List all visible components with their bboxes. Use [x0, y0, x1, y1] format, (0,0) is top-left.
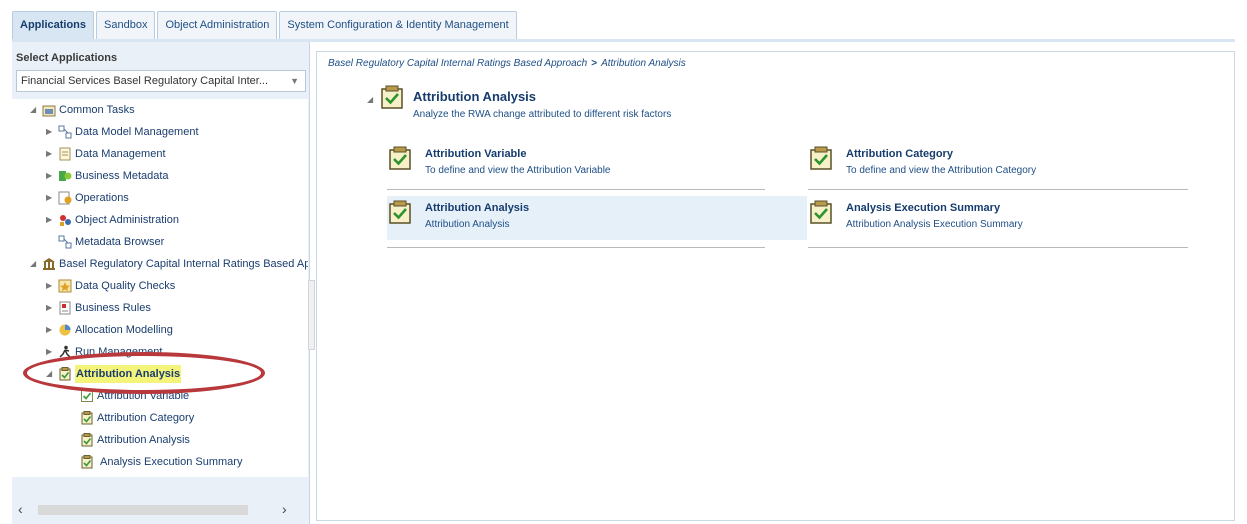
metadata-icon [58, 169, 72, 183]
document-icon [58, 147, 72, 161]
card-title[interactable]: Attribution Analysis [425, 202, 529, 214]
divider [387, 247, 765, 248]
tab-applications[interactable]: Applications [12, 11, 95, 39]
clipboard-check-icon [808, 200, 834, 227]
allocation-icon [58, 323, 72, 337]
breadcrumb: Basel Regulatory Capital Internal Rating… [328, 58, 686, 69]
rules-icon [58, 301, 72, 315]
folder-tasks-icon [42, 103, 56, 117]
clipboard-check-icon [80, 455, 94, 469]
left-panel: Select Applications Financial Services B… [12, 42, 310, 524]
card-description: Attribution Analysis [425, 219, 510, 230]
annotation-circle [23, 352, 265, 394]
card-title[interactable]: Analysis Execution Summary [846, 202, 1000, 214]
tree-node-analysis-execution-summary[interactable]: Analysis Execution Summary [80, 453, 242, 471]
main-panel: Basel Regulatory Capital Internal Rating… [316, 51, 1235, 521]
tree-label: Analysis Execution Summary [100, 456, 243, 468]
select-applications-label: Select Applications [16, 52, 118, 64]
tree-label: Business Metadata [75, 170, 169, 182]
tree-node-metadata-browser[interactable]: Metadata Browser [58, 233, 164, 251]
expand-icon[interactable]: ▶ [46, 167, 58, 185]
tree-node-operations[interactable]: ▶ Operations [46, 189, 129, 207]
expand-icon[interactable]: ▶ [46, 299, 58, 317]
tree-label: Common Tasks [59, 104, 135, 116]
expand-icon[interactable]: ▶ [46, 145, 58, 163]
scroll-right-icon[interactable]: › [282, 501, 287, 517]
card-description: Attribution Analysis Execution Summary [846, 219, 1023, 230]
card-attribution-analysis[interactable]: Attribution Analysis Attribution Analysi… [387, 196, 807, 240]
clipboard-check-icon [808, 146, 834, 173]
tree-label: Allocation Modelling [75, 324, 173, 336]
application-select-value: Financial Services Basel Regulatory Capi… [21, 75, 269, 87]
scroll-left-icon[interactable]: ‹ [18, 501, 23, 517]
tree-label: Operations [75, 192, 129, 204]
tree-label: Object Administration [75, 214, 179, 226]
page-title: Attribution Analysis [413, 89, 537, 104]
top-tabs: Applications Sandbox Object Administrati… [12, 11, 519, 39]
tree-label: Data Model Management [75, 126, 199, 138]
metadata-browser-icon [58, 235, 72, 249]
tree-node-object-administration[interactable]: ▶ Object Administration [46, 211, 179, 229]
collapse-icon[interactable]: ◢ [367, 95, 373, 104]
card-title[interactable]: Attribution Category [846, 148, 953, 160]
tree-node-data-model-management[interactable]: ▶ Data Model Management [46, 123, 199, 141]
clipboard-check-icon [387, 146, 413, 173]
application-select[interactable]: Financial Services Basel Regulatory Capi… [16, 70, 306, 92]
collapse-icon[interactable]: ◢ [30, 255, 42, 273]
bank-icon [42, 257, 56, 271]
card-analysis-execution-summary[interactable]: Analysis Execution Summary Attribution A… [808, 196, 1228, 240]
chevron-down-icon[interactable]: ▼ [290, 71, 299, 91]
tree-node-data-management[interactable]: ▶ Data Management [46, 145, 166, 163]
tab-sandbox[interactable]: Sandbox [96, 11, 156, 39]
operations-icon [58, 191, 72, 205]
breadcrumb-root[interactable]: Basel Regulatory Capital Internal Rating… [328, 58, 587, 69]
clipboard-check-icon [80, 411, 94, 425]
object-admin-icon [58, 213, 72, 227]
tree-node-allocation-modelling[interactable]: ▶ Allocation Modelling [46, 321, 173, 339]
expand-icon[interactable]: ▶ [46, 211, 58, 229]
clipboard-check-icon [80, 433, 94, 447]
tab-object-administration[interactable]: Object Administration [157, 11, 278, 39]
tree-node-attribution-category[interactable]: Attribution Category [80, 409, 194, 427]
tree-node-business-metadata[interactable]: ▶ Business Metadata [46, 167, 169, 185]
page-description: Analyze the RWA change attributed to dif… [413, 109, 672, 120]
breadcrumb-current: Attribution Analysis [601, 58, 686, 69]
tree-label: Attribution Category [97, 412, 195, 424]
tree-label: Data Management [75, 148, 166, 160]
card-title[interactable]: Attribution Variable [425, 148, 526, 160]
divider [808, 189, 1188, 190]
star-icon [58, 279, 72, 293]
collapse-icon[interactable]: ◢ [30, 101, 42, 119]
tree-label: Data Quality Checks [75, 280, 176, 292]
navigation-tree: ◢ Common Tasks ▶ Data Model Management ▶… [12, 99, 308, 477]
expand-icon[interactable]: ▶ [46, 321, 58, 339]
expand-icon[interactable]: ▶ [46, 123, 58, 141]
tree-label: Basel Regulatory Capital Internal Rating… [59, 258, 308, 270]
card-attribution-variable[interactable]: Attribution Variable To define and view … [387, 142, 807, 186]
divider [808, 247, 1188, 248]
tree-label: Attribution Analysis [97, 434, 190, 446]
tree-node-common-tasks[interactable]: ◢ Common Tasks [30, 101, 135, 119]
tree-label: Metadata Browser [75, 236, 165, 248]
tree-node-data-quality-checks[interactable]: ▶ Data Quality Checks [46, 277, 175, 295]
tree-node-attribution-analysis-child[interactable]: Attribution Analysis [80, 431, 190, 449]
expand-icon[interactable]: ▶ [46, 189, 58, 207]
tree-label: Business Rules [75, 302, 151, 314]
breadcrumb-separator: > [591, 58, 598, 69]
scroll-thumb[interactable] [38, 505, 248, 515]
card-attribution-category[interactable]: Attribution Category To define and view … [808, 142, 1228, 186]
card-description: To define and view the Attribution Categ… [846, 165, 1037, 176]
horizontal-scrollbar[interactable]: ‹ › [12, 500, 308, 518]
panel-splitter-handle[interactable] [308, 280, 315, 350]
tab-system-configuration[interactable]: System Configuration & Identity Manageme… [279, 11, 517, 39]
divider [387, 189, 765, 190]
card-description: To define and view the Attribution Varia… [425, 165, 611, 176]
clipboard-check-icon [379, 85, 405, 112]
clipboard-check-icon [387, 200, 413, 227]
data-model-icon [58, 125, 72, 139]
expand-icon[interactable]: ▶ [46, 277, 58, 295]
tree-node-business-rules[interactable]: ▶ Business Rules [46, 299, 151, 317]
tree-node-basel-root[interactable]: ◢ Basel Regulatory Capital Internal Rati… [30, 255, 308, 273]
